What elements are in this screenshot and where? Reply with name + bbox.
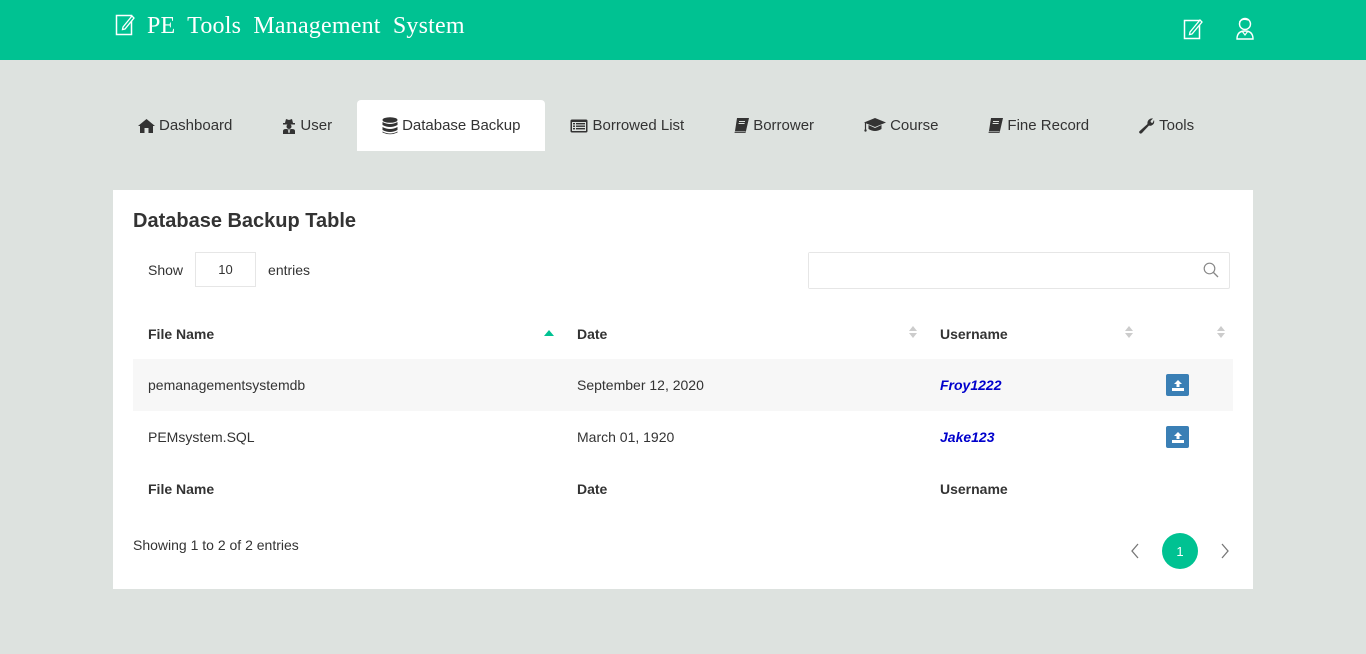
cell-file-name: pemanagementsystemdb xyxy=(148,377,306,393)
chevron-right-icon xyxy=(1221,543,1229,559)
search-input[interactable] xyxy=(809,253,1189,288)
sort-both-icon xyxy=(1125,325,1133,342)
graduation-cap-icon xyxy=(864,118,887,132)
database-icon xyxy=(382,116,398,134)
restore-upload-button[interactable] xyxy=(1166,426,1189,448)
column-header-date[interactable]: Date xyxy=(562,308,925,359)
cell-username: Froy1222 xyxy=(925,359,1141,411)
cell-date: September 12, 2020 xyxy=(577,377,704,393)
table-row: PEMsystem.SQL March 01, 1920 Jake123 xyxy=(133,411,1233,463)
brand[interactable]: PE Tools Management System xyxy=(115,12,465,41)
book-icon xyxy=(988,118,1004,133)
tab-label: Course xyxy=(890,117,939,134)
table-footer-row: File Name Date Username xyxy=(133,463,1233,514)
tab-database-backup[interactable]: Database Backup xyxy=(357,100,546,151)
app-title: PE Tools Management System xyxy=(147,13,465,39)
table-info: Showing 1 to 2 of 2 entries xyxy=(133,537,299,553)
main-tabs: Dashboard User Database Backup Borrowed … xyxy=(113,100,1219,151)
sort-both-icon xyxy=(1217,325,1225,342)
wrench-icon xyxy=(1139,117,1155,134)
previous-page-button[interactable] xyxy=(1123,539,1147,563)
edit-note-icon xyxy=(115,12,135,41)
table-row: pemanagementsystemdb September 12, 2020 … xyxy=(133,359,1233,411)
book-icon xyxy=(734,118,750,133)
cell-action xyxy=(1141,359,1233,411)
footer-file-name: File Name xyxy=(148,480,215,497)
search-icon[interactable] xyxy=(1203,262,1219,283)
tab-label: Database Backup xyxy=(402,117,521,134)
cell-action xyxy=(1141,411,1233,463)
tab-label: Borrower xyxy=(753,117,815,134)
tab-course[interactable]: Course xyxy=(839,100,963,151)
entries-label: entries xyxy=(268,261,311,278)
backup-table: File Name Date Username pemanagementsyst… xyxy=(133,308,1233,514)
card-title: Database Backup Table xyxy=(133,210,357,232)
tab-label: Dashboard xyxy=(159,117,233,134)
tab-tools[interactable]: Tools xyxy=(1114,100,1219,151)
cell-date: March 01, 1920 xyxy=(577,429,675,445)
chevron-left-icon xyxy=(1131,543,1139,559)
upload-icon xyxy=(1171,431,1184,443)
list-alt-icon xyxy=(570,119,588,132)
tab-borrowed-list[interactable]: Borrowed List xyxy=(545,100,709,151)
home-icon xyxy=(138,118,155,133)
column-header-username[interactable]: Username xyxy=(925,308,1141,359)
top-navbar: PE Tools Management System xyxy=(0,0,1366,60)
tab-label: Borrowed List xyxy=(592,117,685,134)
user-secret-icon xyxy=(283,118,296,134)
sort-both-icon xyxy=(909,325,917,342)
tab-label: Fine Record xyxy=(1007,117,1090,134)
next-page-button[interactable] xyxy=(1213,539,1237,563)
tab-label: Tools xyxy=(1159,117,1195,134)
tab-fine-record[interactable]: Fine Record xyxy=(963,100,1114,151)
sort-asc-icon xyxy=(544,325,554,341)
footer-action xyxy=(1141,463,1233,514)
username-link[interactable]: Jake123 xyxy=(940,429,995,445)
restore-upload-button[interactable] xyxy=(1166,374,1189,396)
tab-dashboard[interactable]: Dashboard xyxy=(113,100,257,151)
cell-file-name: PEMsystem.SQL xyxy=(148,429,255,445)
user-profile-icon[interactable] xyxy=(1234,16,1256,40)
entries-length: Show 10 entries xyxy=(148,252,310,287)
page-button[interactable]: 1 xyxy=(1162,533,1198,569)
tab-borrower[interactable]: Borrower xyxy=(709,100,839,151)
tab-label: User xyxy=(300,117,333,134)
backup-card: Database Backup Table Show 10 entries Fi… xyxy=(113,190,1253,589)
entries-select[interactable]: 10 xyxy=(195,252,257,287)
cell-username: Jake123 xyxy=(925,411,1141,463)
column-header-file-name[interactable]: File Name xyxy=(133,308,562,359)
show-label: Show xyxy=(148,261,184,278)
footer-date: Date xyxy=(577,480,608,497)
column-header-action[interactable] xyxy=(1141,308,1233,359)
username-link[interactable]: Froy1222 xyxy=(940,377,1001,393)
pagination: 1 xyxy=(1123,533,1237,569)
table-header-row: File Name Date Username xyxy=(133,308,1233,359)
footer-username: Username xyxy=(940,480,1008,497)
edit-note-icon[interactable] xyxy=(1182,16,1204,40)
upload-icon xyxy=(1171,379,1184,391)
tab-user[interactable]: User xyxy=(257,100,357,151)
search-box xyxy=(808,252,1230,289)
